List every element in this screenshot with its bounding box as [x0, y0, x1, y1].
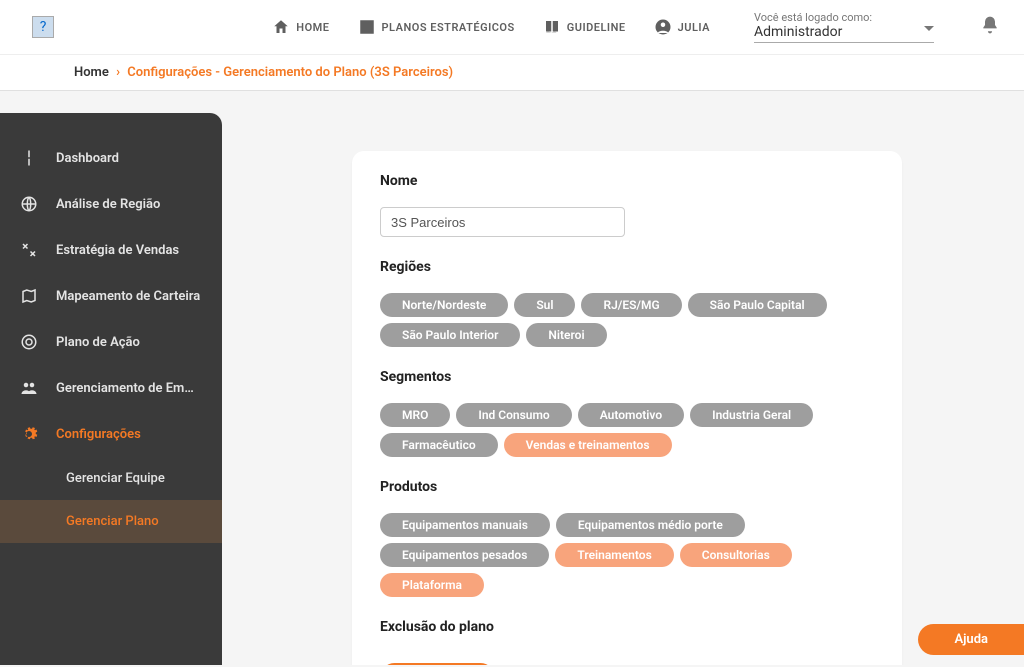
regions-chips: Norte/NordesteSulRJ/ES/MG São Paulo Capit…	[380, 293, 874, 347]
breadcrumb-current: Configurações - Gerenciamento do Plano (…	[127, 65, 453, 80]
regions-section-title: Regiões	[380, 259, 874, 275]
nav-planos-label: PLANOS ESTRATÉGICOS	[382, 21, 515, 34]
region-chip[interactable]: São Paulo Interior	[380, 323, 520, 347]
plan-card: Nome Regiões Norte/NordesteSulRJ/ES/MG Sã…	[352, 151, 902, 665]
globe-icon	[20, 195, 38, 213]
region-chip[interactable]: RJ/ES/MG	[581, 293, 681, 317]
gear-icon	[20, 425, 38, 443]
sidebar-sub-plano[interactable]: Gerenciar Plano	[0, 500, 222, 543]
product-chip[interactable]: Equipamentos manuais	[380, 513, 550, 537]
help-button[interactable]: Ajuda	[918, 624, 1024, 655]
products-section-title: Produtos	[380, 479, 874, 495]
sidebar-item-gerenciamento[interactable]: Gerenciamento de Em…	[0, 365, 222, 411]
sidebar-item-dashboard[interactable]: Dashboard	[0, 135, 222, 181]
delete-button[interactable]: Excluir	[380, 663, 495, 665]
sidebar-item-mapeamento[interactable]: Mapeamento de Carteira	[0, 273, 222, 319]
nav-home[interactable]: HOME	[272, 18, 329, 36]
sidebar-item-label: Mapeamento de Carteira	[56, 289, 200, 304]
target-icon	[20, 333, 38, 351]
region-chip[interactable]: Niteroi	[526, 323, 606, 347]
nav-user-label: JULIA	[678, 21, 710, 34]
sidebar-sub-equipe[interactable]: Gerenciar Equipe	[0, 457, 222, 500]
sidebar-item-label: Plano de Ação	[56, 335, 140, 350]
content-area: Nome Regiões Norte/NordesteSulRJ/ES/MG Sã…	[222, 91, 1024, 665]
segment-chip[interactable]: Ind Consumo	[456, 403, 571, 427]
nav-guideline-label: GUIDELINE	[567, 21, 626, 34]
sidebar: Dashboard Análise de Região Estratégia d…	[0, 113, 222, 665]
team-icon	[20, 379, 38, 397]
chart-icon	[358, 18, 376, 36]
product-chip[interactable]: Plataforma	[380, 573, 484, 597]
product-chip[interactable]: Treinamentos	[555, 543, 673, 567]
top-nav: HOME PLANOS ESTRATÉGICOS GUIDELINE JULIA…	[272, 11, 1000, 43]
breadcrumb-separator: ›	[116, 65, 120, 80]
book-icon	[543, 18, 561, 36]
user-icon	[654, 18, 672, 36]
segment-chip[interactable]: Vendas e treinamentos	[504, 433, 672, 457]
nav-planos[interactable]: PLANOS ESTRATÉGICOS	[358, 18, 515, 36]
home-icon	[272, 18, 290, 36]
segments-chips: MROInd Consumo AutomotivoIndustria Geral F…	[380, 403, 874, 457]
sidebar-item-label: Análise de Região	[56, 197, 160, 212]
exclusion-section-title: Exclusão do plano	[380, 619, 874, 635]
sidebar-item-plano[interactable]: Plano de Ação	[0, 319, 222, 365]
sidebar-item-label: Dashboard	[56, 151, 119, 166]
product-chip[interactable]: Consultorias	[680, 543, 792, 567]
nav-home-label: HOME	[296, 21, 329, 34]
segment-chip[interactable]: MRO	[380, 403, 450, 427]
sidebar-item-label: Estratégia de Vendas	[56, 243, 179, 258]
login-label: Você está logado como:	[754, 11, 934, 24]
map-icon	[20, 287, 38, 305]
product-chip[interactable]: Equipamentos médio porte	[556, 513, 745, 537]
segment-chip[interactable]: Automotivo	[578, 403, 684, 427]
strategy-icon	[20, 241, 38, 259]
sidebar-item-regiao[interactable]: Análise de Região	[0, 181, 222, 227]
chevron-down-icon	[924, 26, 934, 36]
region-chip[interactable]: Sul	[514, 293, 575, 317]
segments-section-title: Segmentos	[380, 369, 874, 385]
products-chips: Equipamentos manuaisEquipamentos médio p…	[380, 513, 874, 597]
plan-name-input[interactable]	[380, 207, 625, 237]
name-section-title: Nome	[380, 173, 874, 189]
notifications-button[interactable]	[980, 15, 1000, 39]
sidebar-item-label: Configurações	[56, 427, 141, 442]
nav-guideline[interactable]: GUIDELINE	[543, 18, 626, 36]
segment-chip[interactable]: Farmacêutico	[380, 433, 498, 457]
nav-user[interactable]: JULIA	[654, 18, 710, 36]
dashboard-icon	[20, 149, 38, 167]
segment-chip[interactable]: Industria Geral	[690, 403, 813, 427]
role-value: Administrador	[754, 24, 934, 40]
sidebar-item-estrategia[interactable]: Estratégia de Vendas	[0, 227, 222, 273]
breadcrumb: Home › Configurações - Gerenciamento do …	[0, 55, 1024, 91]
product-chip[interactable]: Equipamentos pesados	[380, 543, 549, 567]
role-select[interactable]: Você está logado como: Administrador	[754, 11, 934, 43]
sidebar-item-label: Gerenciamento de Em…	[56, 381, 194, 396]
topbar: ? HOME PLANOS ESTRATÉGICOS GUIDELINE JUL…	[0, 0, 1024, 55]
breadcrumb-home[interactable]: Home	[74, 65, 109, 80]
region-chip[interactable]: Norte/Nordeste	[380, 293, 508, 317]
bell-icon	[980, 15, 1000, 35]
sidebar-item-configuracoes[interactable]: Configurações	[0, 411, 222, 457]
app-logo: ?	[32, 16, 54, 38]
region-chip[interactable]: São Paulo Capital	[688, 293, 827, 317]
